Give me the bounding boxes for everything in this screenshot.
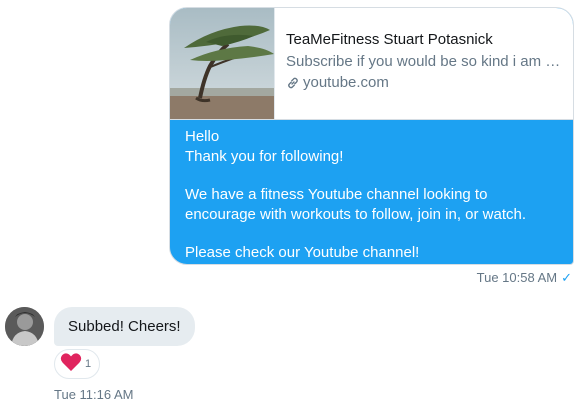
message-line: We have a fitness Youtube channel lookin… bbox=[185, 186, 488, 203]
link-preview-title[interactable]: TeaMeFitness Stuart Potasnick bbox=[286, 30, 568, 50]
link-icon bbox=[286, 76, 300, 90]
sent-message-bubble[interactable]: TeaMeFitness Stuart Potasnick Subscribe … bbox=[169, 7, 574, 265]
received-timestamp: Tue 11:16 AM bbox=[54, 387, 134, 402]
link-preview-thumbnail bbox=[170, 8, 275, 119]
received-message-bubble[interactable]: Subbed! Cheers! bbox=[54, 307, 195, 346]
sent-message-meta: Tue 10:58 AM ✓ bbox=[477, 270, 572, 285]
link-preview-card[interactable]: TeaMeFitness Stuart Potasnick Subscribe … bbox=[170, 8, 573, 120]
sent-timestamp: Tue 10:58 AM bbox=[476, 270, 558, 285]
avatar[interactable] bbox=[5, 307, 44, 346]
reaction-count: 1 bbox=[85, 358, 92, 370]
message-line: Hello bbox=[185, 128, 220, 145]
link-preview-domain: youtube.com bbox=[303, 74, 389, 91]
received-message-text: Subbed! Cheers! bbox=[68, 318, 181, 335]
sent-message-text: Hello Thank you for following! We have a… bbox=[185, 127, 561, 263]
checkmark-icon: ✓ bbox=[561, 270, 572, 285]
link-preview-url[interactable]: youtube.com bbox=[286, 73, 568, 93]
message-line: Thank you for following! bbox=[185, 147, 344, 165]
message-line: encourage with workouts to follow, join … bbox=[185, 205, 527, 223]
reaction-badge[interactable]: 1 bbox=[54, 349, 101, 379]
link-preview-description: Subscribe if you would be so kind i am … bbox=[286, 53, 561, 70]
message-line: Please check our Youtube channel! bbox=[185, 244, 420, 261]
heart-icon bbox=[60, 352, 82, 377]
